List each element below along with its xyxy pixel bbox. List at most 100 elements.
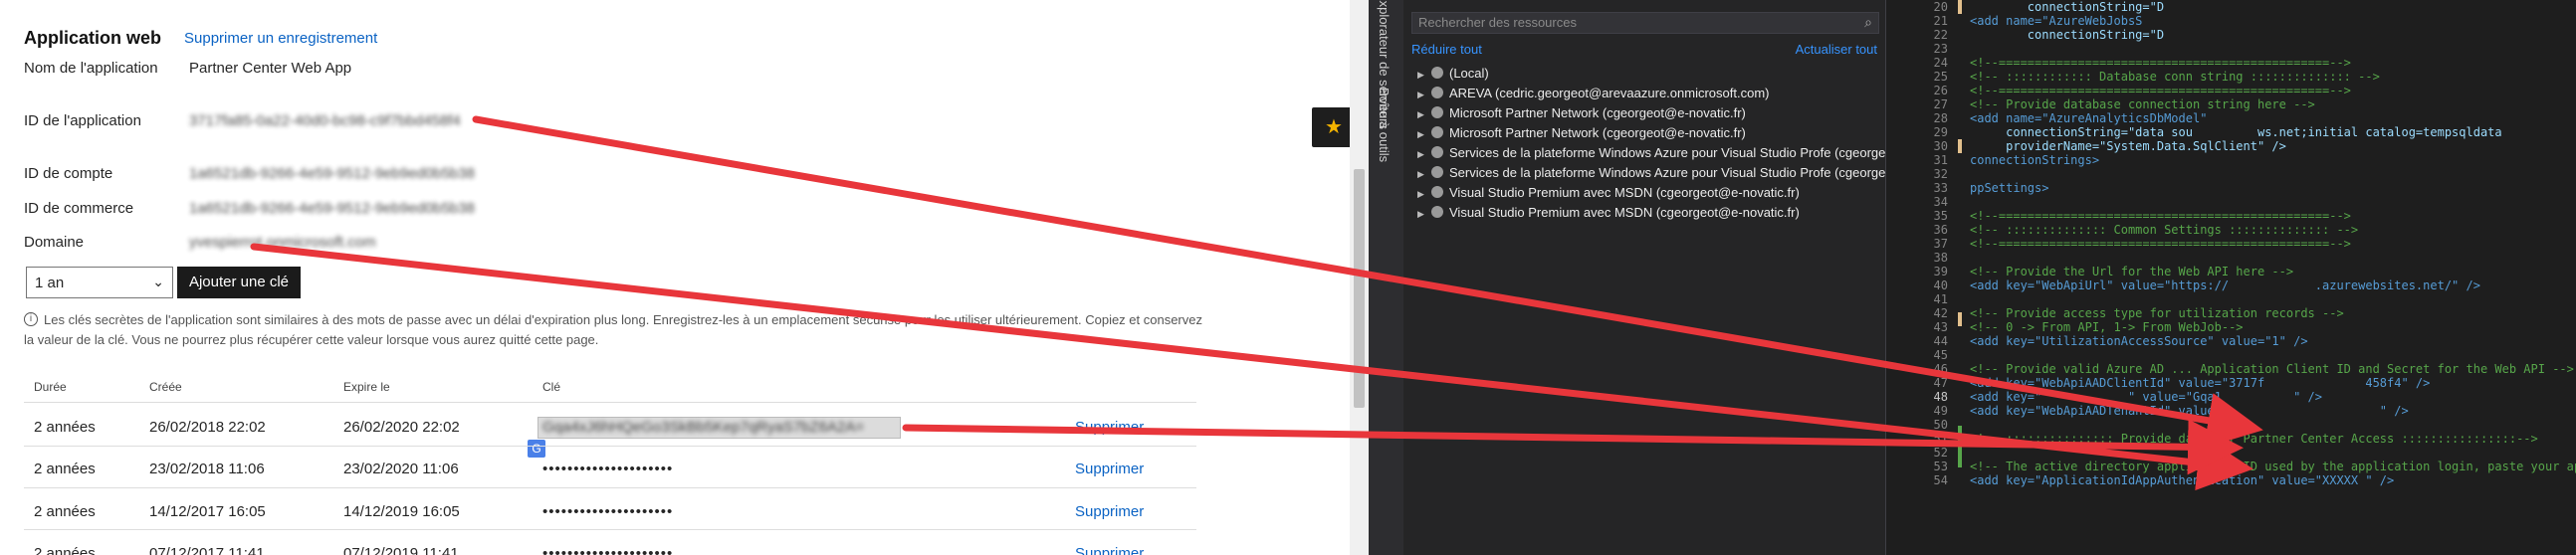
node-icon [1431,87,1443,98]
collapse-all-link[interactable]: Réduire tout [1411,42,1482,57]
table-divider [24,487,1196,488]
tab-toolbox[interactable]: Boîte à outils [1377,88,1392,162]
tree-node[interactable]: ▶ Microsoft Partner Network (cgeorgeot@e-… [1417,125,1746,140]
code-line[interactable]: <!-- Provide access type for utilization… [1970,306,2344,320]
node-icon [1431,186,1443,198]
duration-select-value: 1 an [35,275,65,291]
row0-key-value[interactable]: Gqa4xJ6hHQeGo3SkBb5Kep7qRyaS7bZ6A2A= [542,419,864,436]
tree-node[interactable]: ▶ AREVA (cedric.georgeot@arevaazure.onmic… [1417,86,1769,100]
code-line[interactable]: providerName="System.Data.SqlClient" /> [1970,139,2286,153]
web-scrollbar-thumb[interactable] [1354,169,1365,408]
tree-node[interactable]: ▶ Services de la plateforme Windows Azure… [1417,145,1935,160]
refresh-all-link[interactable]: Actualiser tout [1796,42,1877,57]
duration-select[interactable]: 1 an ⌄ [26,267,173,298]
code-line[interactable]: <add key="ApplicationIdAppAuthentication… [1970,473,2394,487]
code-line[interactable]: <!-- Provide database connection string … [1970,97,2315,111]
vs-side-tabs: Explorateur de serveurs Boîte à outils [1369,0,1403,555]
node-icon [1431,126,1443,138]
add-key-button[interactable]: Ajouter une clé [177,267,301,298]
code-line[interactable]: <add name="AzureAnalyticsDbModel" [1970,111,2207,125]
code-editor[interactable]: connectionString="D <add name="AzureWebJo… [1966,0,2576,555]
search-icon: ⌕ [1864,14,1872,30]
expand-arrow-icon[interactable]: ▶ [1417,189,1431,200]
column-header-duration: Durée [34,380,67,394]
saved-change-marker [1958,426,1962,467]
code-line[interactable]: <add key="UtilizationAccessSource" value… [1970,334,2308,348]
row3-key-masked: ••••••••••••••••••••• [542,545,674,555]
line-number: 54 [1933,473,1948,487]
code-line[interactable]: <!-- 0 -> From API, 1-> From WebJob--> [1970,320,2244,334]
code-line[interactable]: connectionStrings> [1970,153,2099,167]
code-line[interactable]: <!-- :::::::::::: Database conn string :… [1970,70,2380,84]
resource-search-input[interactable]: Rechercher des ressources ⌕ [1411,12,1879,34]
row2-delete-link[interactable]: Supprimer [1075,503,1144,520]
node-icon [1431,166,1443,178]
web-app-panel: Application web Supprimer un enregistrem… [0,0,1369,555]
line-number: 31 [1933,153,1948,167]
code-line[interactable]: <!-- Provide the Url for the Web API her… [1970,265,2293,278]
tree-node[interactable]: ▶ Visual Studio Premium avec MSDN (cgeorg… [1417,205,1800,220]
column-header-key: Clé [542,380,561,394]
line-number: 21 [1933,14,1948,28]
change-marker [1958,0,1962,14]
code-line[interactable]: <!-- :::::::::::::: Common Settings ::::… [1970,223,2358,237]
expand-arrow-icon[interactable]: ▶ [1417,169,1431,180]
code-line[interactable]: <!--====================================… [1970,84,2351,97]
field-label-account-id: ID de compte [24,165,113,182]
expand-arrow-icon[interactable]: ▶ [1417,70,1431,81]
delete-record-link[interactable]: Supprimer un enregistrement [184,30,377,47]
line-number: 34 [1933,195,1948,209]
code-line[interactable]: <!-- ::::::::::::::: Provide data for Pa… [1970,432,2538,446]
node-icon [1431,67,1443,79]
tree-node-label: (Local) [1449,66,1489,81]
expand-arrow-icon[interactable]: ▶ [1417,90,1431,100]
change-marker [1958,312,1962,326]
code-line[interactable]: <add name="AzureWebJobsS [1970,14,2142,28]
row1-delete-link[interactable]: Supprimer [1075,461,1144,477]
code-line[interactable]: connectionString="data sou ws.net;initia… [1970,125,2502,139]
code-line[interactable]: <!--====================================… [1970,237,2351,251]
expand-arrow-icon[interactable]: ▶ [1417,129,1431,140]
row0-delete-link[interactable]: Supprimer [1075,419,1144,436]
line-number: 20 [1933,0,1948,14]
info-text-line1: Les clés secrètes de l'application sont … [44,312,1202,327]
line-number: 30 [1933,139,1948,153]
line-number: 53 [1933,460,1948,473]
code-line[interactable]: <!--====================================… [1970,209,2351,223]
code-line[interactable]: ppSettings> [1970,181,2048,195]
code-line[interactable]: <add key=" " value="Gqa1 " /> [1970,390,2322,404]
row3-duration: 2 années [34,545,96,555]
line-number: 40 [1933,278,1948,292]
resource-search-placeholder: Rechercher des ressources [1418,15,1577,30]
tree-node[interactable]: ▶ Services de la plateforme Windows Azure… [1417,165,1928,180]
code-line[interactable]: <add key="WebApiAADTenantId" value=" " /… [1970,404,2409,418]
code-line[interactable]: connectionString="D [1970,28,2164,42]
line-number: 42 [1933,306,1948,320]
tree-node[interactable]: ▶ (Local) [1417,66,1489,81]
row1-expires: 23/02/2020 11:06 [343,461,459,477]
code-line[interactable]: connectionString="D [1970,0,2164,14]
tree-node[interactable]: ▶ Microsoft Partner Network (cgeorgeot@e-… [1417,105,1746,120]
page-title: Application web [24,28,162,48]
node-icon [1431,146,1443,158]
code-line[interactable]: <!-- The active directory application ID… [1970,460,2576,473]
line-number: 22 [1933,28,1948,42]
code-line[interactable]: <add key="WebApiAADClientId" value="3717… [1970,376,2430,390]
line-number: 49 [1933,404,1948,418]
expand-arrow-icon[interactable]: ▶ [1417,149,1431,160]
field-value-commerce-id: 1a6521db-9266-4e59-9512-9eb9ed0b5b38 [189,200,475,217]
tree-node[interactable]: ▶ Visual Studio Premium avec MSDN (cgeorg… [1417,185,1800,200]
server-explorer-panel: Rechercher des ressources ⌕ Réduire tout… [1403,0,1935,555]
line-number: 43 [1933,320,1948,334]
expand-arrow-icon[interactable]: ▶ [1417,109,1431,120]
code-line[interactable]: <add key="WebApiUrl" value="https:// .az… [1970,278,2480,292]
code-line[interactable]: <!-- Provide valid Azure AD ... Applicat… [1970,362,2574,376]
tree-node-label: Microsoft Partner Network (cgeorgeot@e-n… [1449,125,1746,140]
line-number: 48 [1933,390,1948,404]
field-label-app-id: ID de l'application [24,112,141,129]
row1-duration: 2 années [34,461,96,477]
expand-arrow-icon[interactable]: ▶ [1417,209,1431,220]
code-line[interactable]: <!--====================================… [1970,56,2351,70]
row3-delete-link[interactable]: Supprimer [1075,545,1144,555]
translate-icon[interactable]: G [528,440,545,458]
